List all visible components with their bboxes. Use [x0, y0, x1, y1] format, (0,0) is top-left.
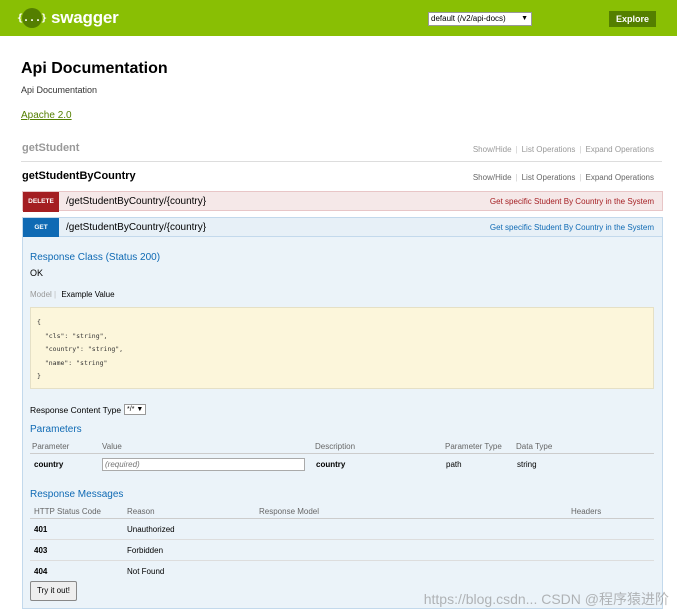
- operation-details: Response Class (Status 200) OK Model | E…: [22, 237, 663, 609]
- chevron-down-icon: ▼: [136, 406, 144, 413]
- operation-path[interactable]: /getStudentByCountry/{country}: [66, 196, 206, 207]
- http-method-badge: DELETE: [23, 192, 59, 212]
- list-operations-link[interactable]: List Operations: [522, 145, 576, 154]
- table-row: 403 Forbidden: [30, 540, 654, 561]
- column-header: Value: [102, 442, 122, 451]
- license-link[interactable]: Apache 2.0: [21, 110, 72, 121]
- table-row: country country path string: [30, 456, 654, 474]
- swagger-logo-icon: {...}: [17, 8, 47, 28]
- swagger-logo[interactable]: {...} swagger: [17, 7, 119, 29]
- expand-operations-link[interactable]: Expand Operations: [586, 173, 655, 182]
- operation-get[interactable]: GET /getStudentByCountry/{country} Get s…: [22, 217, 663, 238]
- top-bar: {...} swagger default (/v2/api-docs) ▼ E…: [0, 0, 677, 36]
- resource-name[interactable]: getStudent: [22, 142, 79, 154]
- operation-summary[interactable]: Get specific Student By Country in the S…: [490, 197, 654, 206]
- divider: |: [54, 290, 57, 299]
- status-code: 404: [34, 567, 48, 576]
- response-content-type: Response Content Type */* ▼: [30, 404, 147, 415]
- param-description: country: [316, 460, 346, 469]
- resource-actions: Show/Hide | List Operations | Expand Operati…: [473, 173, 654, 182]
- resource-name[interactable]: getStudentByCountry: [22, 170, 136, 182]
- http-method-badge: GET: [23, 218, 59, 238]
- page-title: Api Documentation: [21, 60, 168, 77]
- show-hide-link[interactable]: Show/Hide: [473, 173, 512, 182]
- reason: Not Found: [127, 567, 165, 576]
- resource-actions: Show/Hide | List Operations | Expand Operati…: [473, 145, 654, 154]
- logo-text: swagger: [51, 8, 119, 27]
- parameters-table-header: Parameter Value Description Parameter Ty…: [30, 440, 654, 454]
- table-row: 401 Unauthorized: [30, 519, 654, 540]
- expand-operations-link[interactable]: Expand Operations: [586, 145, 655, 154]
- column-header: Data Type: [516, 442, 553, 451]
- content-type-select-value: */*: [127, 406, 135, 413]
- column-header: Response Model: [259, 507, 320, 516]
- divider: |: [579, 145, 582, 154]
- messages-table-header: HTTP Status Code Reason Response Model H…: [30, 505, 654, 519]
- reason: Unauthorized: [127, 525, 175, 534]
- divider: |: [515, 173, 518, 182]
- status-code: 401: [34, 525, 48, 534]
- column-header: Headers: [571, 507, 602, 516]
- divider: |: [515, 145, 518, 154]
- list-operations-link[interactable]: List Operations: [522, 173, 576, 182]
- column-header: Description: [315, 442, 356, 451]
- api-description: Api Documentation: [21, 85, 98, 95]
- watermark: https://blog.csdn... CSDN @程序猿进阶: [423, 591, 669, 607]
- table-row: 404 Not Found: [30, 561, 654, 582]
- response-class-value: OK: [30, 268, 44, 278]
- try-it-out-button[interactable]: Try it out!: [30, 581, 77, 601]
- param-name: country: [34, 460, 64, 469]
- response-content-type-label: Response Content Type: [30, 404, 122, 415]
- resource-get-student: getStudent Show/Hide | List Operations | Exp…: [21, 140, 662, 162]
- response-class-heading: Response Class (Status 200): [30, 252, 161, 263]
- model-tabs: Model | Example Value: [30, 290, 115, 299]
- column-header: HTTP Status Code: [34, 507, 101, 516]
- reason: Forbidden: [127, 546, 164, 555]
- api-docs-select[interactable]: default (/v2/api-docs) ▼: [428, 12, 532, 26]
- response-messages-heading: Response Messages: [30, 489, 124, 500]
- api-docs-select-value: default (/v2/api-docs): [431, 14, 506, 23]
- column-header: Parameter Type: [445, 442, 502, 451]
- example-value-snippet[interactable]: { "cls": "string", "country": "string", …: [30, 307, 654, 389]
- content-type-select[interactable]: */* ▼: [124, 404, 147, 415]
- param-type: path: [446, 460, 462, 469]
- column-header: Reason: [127, 507, 155, 516]
- parameters-heading: Parameters: [30, 424, 82, 435]
- operation-path[interactable]: /getStudentByCountry/{country}: [66, 222, 206, 233]
- resource-get-student-by-country: getStudentByCountry Show/Hide | List Opera…: [21, 168, 662, 190]
- show-hide-link[interactable]: Show/Hide: [473, 145, 512, 154]
- chevron-down-icon: ▼: [521, 15, 528, 22]
- tab-model[interactable]: Model: [30, 290, 52, 299]
- divider: |: [579, 173, 582, 182]
- country-input[interactable]: [102, 458, 305, 471]
- tab-example-value[interactable]: Example Value: [61, 290, 114, 299]
- status-code: 403: [34, 546, 48, 555]
- explore-button[interactable]: Explore: [609, 11, 656, 27]
- param-data-type: string: [517, 460, 537, 469]
- operation-delete[interactable]: DELETE /getStudentByCountry/{country} Ge…: [22, 191, 663, 212]
- operation-summary[interactable]: Get specific Student By Country in the S…: [490, 223, 654, 232]
- column-header: Parameter: [32, 442, 70, 451]
